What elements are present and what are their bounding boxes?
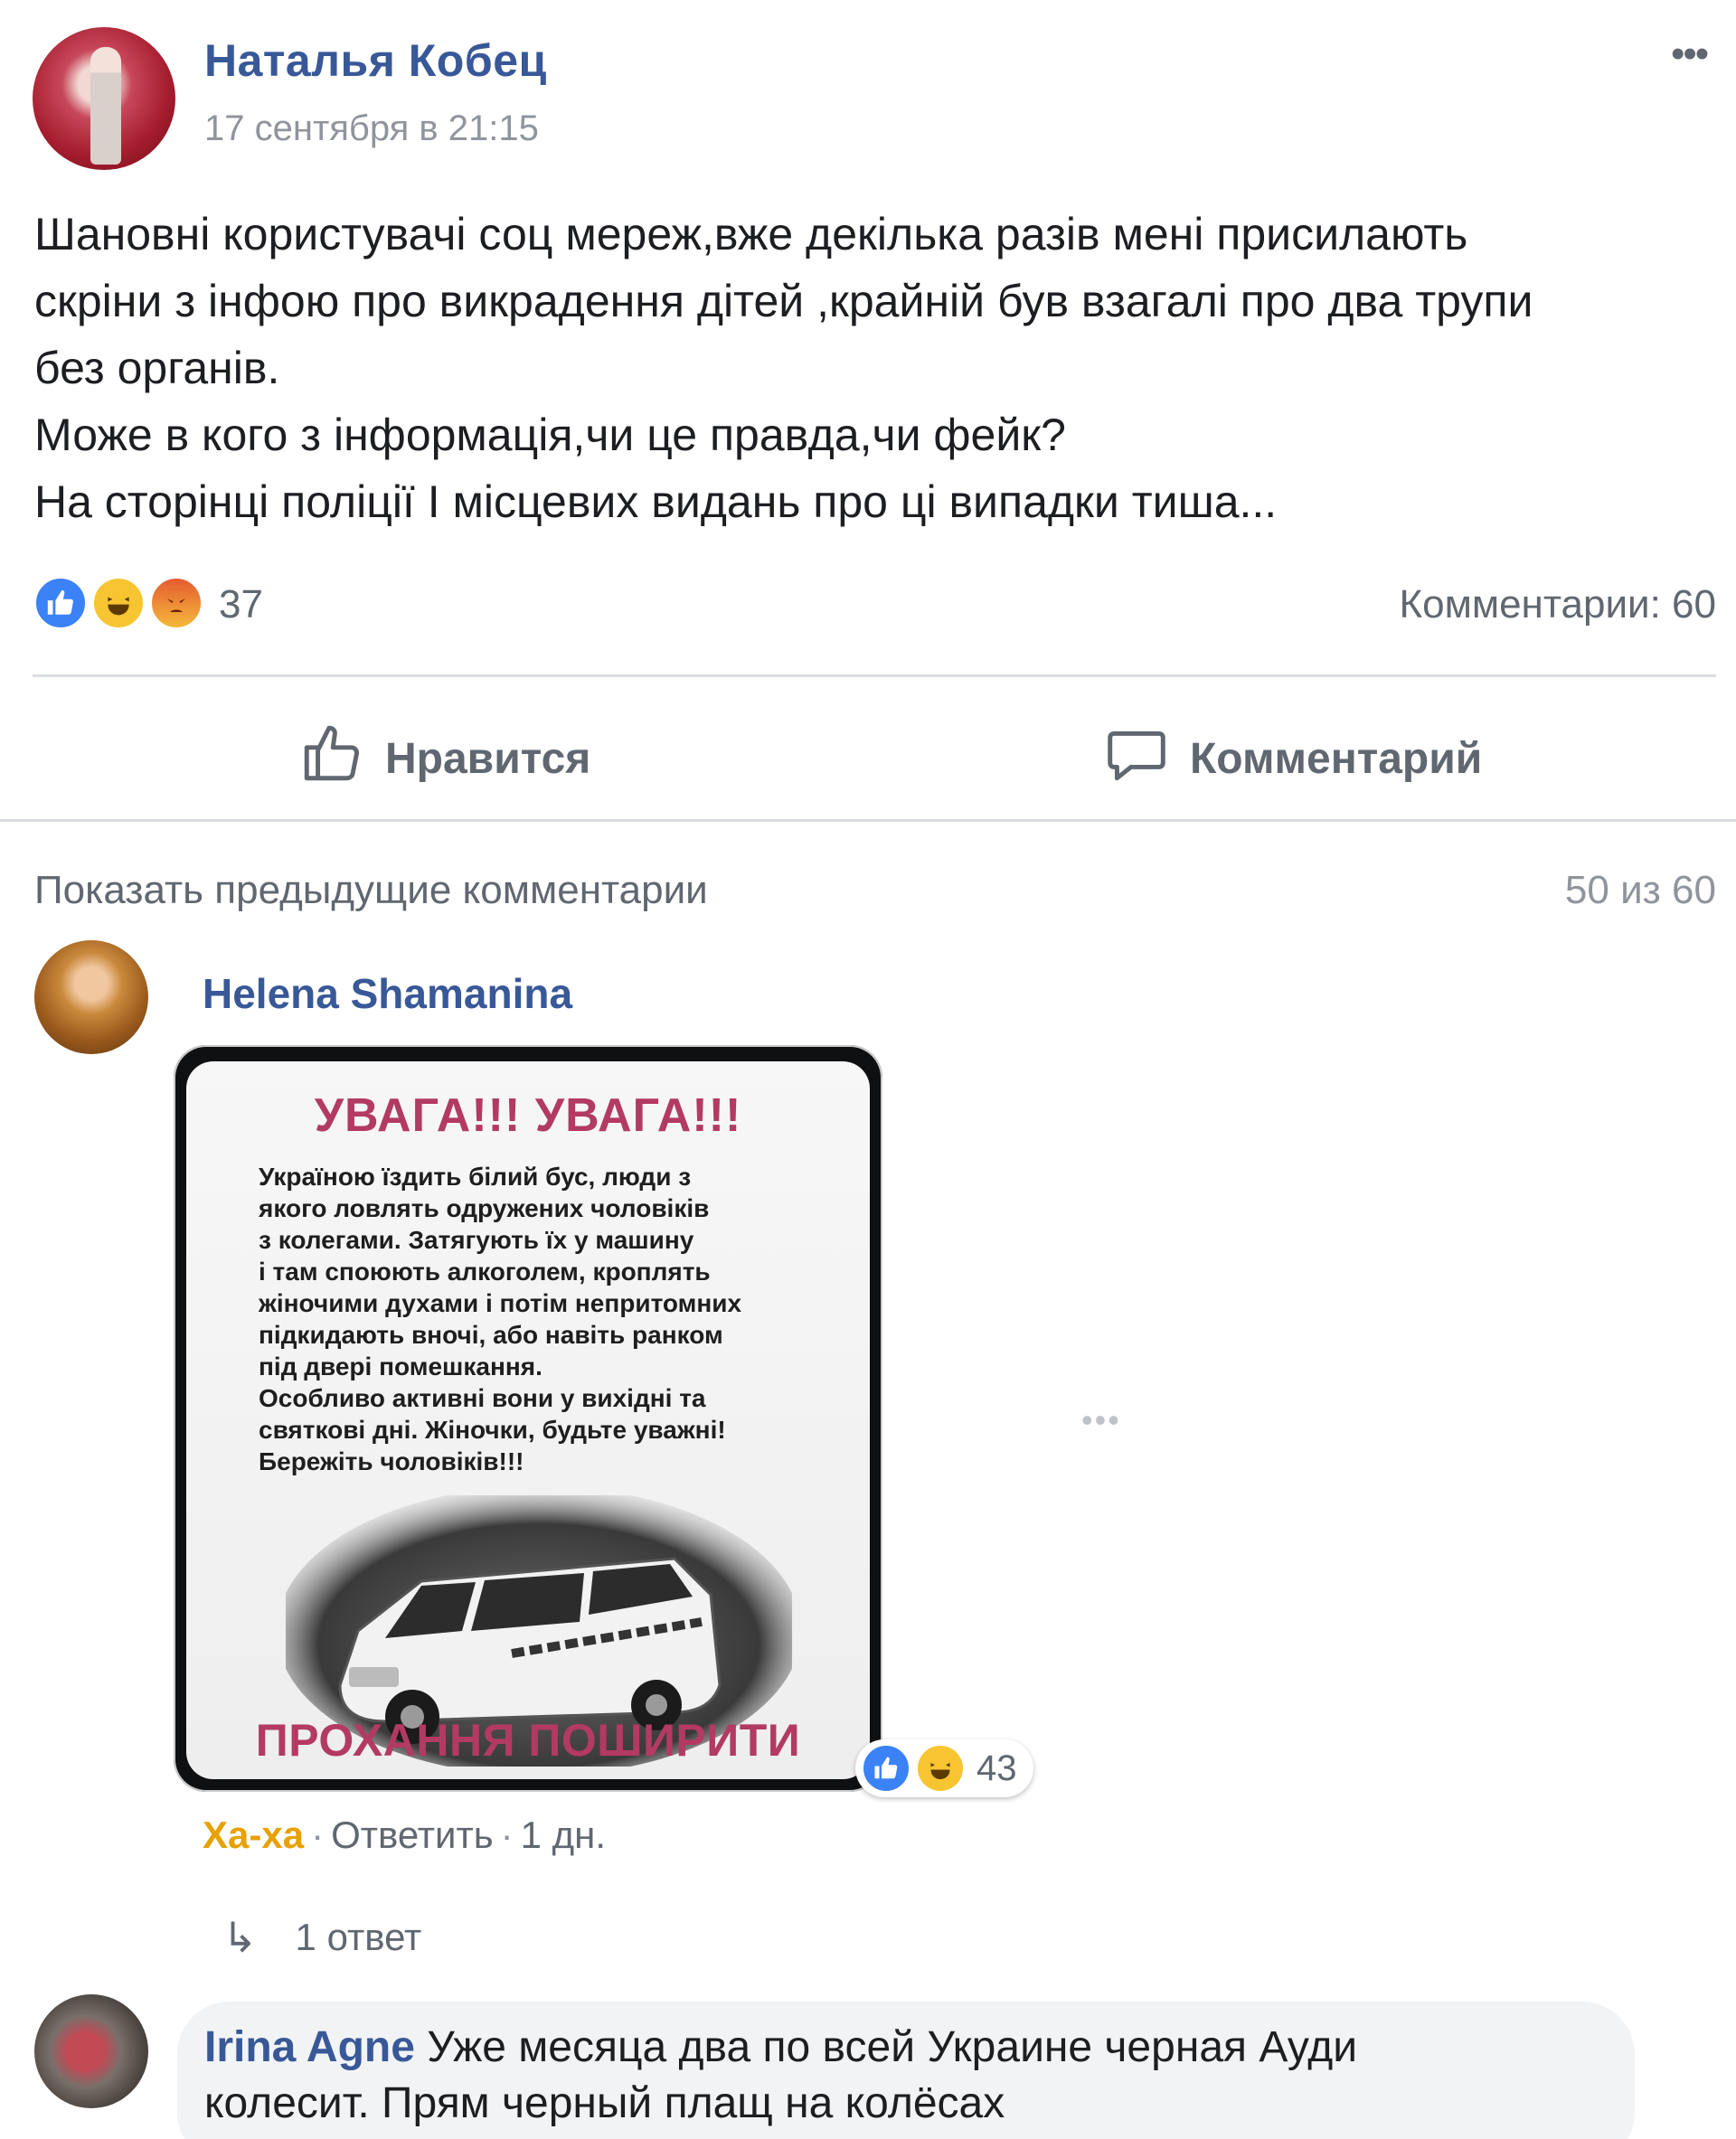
comment-button-label: Комментарий [1190, 734, 1483, 783]
reply-link[interactable]: Ответить [331, 1814, 494, 1856]
image-text-line: підкидають вночі, або навіть ранком [259, 1321, 723, 1349]
like-reaction-icon[interactable] [33, 575, 89, 631]
comment-text-line: колесит. Прям черный плащ на колёсах [204, 2079, 1005, 2127]
post-text: Шановні користувачі соц мереж,вже декіль… [34, 201, 1716, 535]
like-reaction-icon [861, 1743, 911, 1794]
image-text-line: з колегами. Затягують їх у машину [259, 1226, 694, 1254]
image-text: Україною їздить білий бус, люди з якого … [259, 1161, 837, 1477]
comment-text: Irina Agne Уже месяца два по всей Украин… [204, 2020, 1597, 2132]
replies-count-label: 1 ответ [295, 1916, 422, 1958]
image-text-line: якого ловлять одружених чоловіків [259, 1194, 710, 1222]
reply-arrow-icon: ↳ [222, 1914, 258, 1961]
divider [0, 819, 1736, 822]
like-button[interactable]: Нравится [298, 720, 590, 797]
comment-author-name[interactable]: Irina Agne [204, 2023, 415, 2071]
comment-image[interactable]: УВАГА!!! УВАГА!!! Україною їздить білий … [174, 1045, 882, 1792]
post-author-name[interactable]: Наталья Кобец [204, 34, 547, 87]
image-text-line: Особливо активні вони у вихідні та [259, 1384, 706, 1412]
haha-reaction-icon [915, 1743, 966, 1794]
divider [33, 674, 1716, 677]
haha-reaction-icon[interactable] [90, 575, 146, 631]
image-text-line: Україною їздить білий бус, люди з [259, 1163, 692, 1191]
comment-author-name[interactable]: Helena Shamanina [203, 969, 572, 1018]
post-text-line: На сторінці поліції І місцевих видань пр… [34, 476, 1278, 527]
comment-reaction-link[interactable]: Ха-ха [203, 1814, 304, 1856]
comment-pager: 50 из 60 [1564, 868, 1716, 912]
image-title: УВАГА!!! УВАГА!!! [314, 1089, 742, 1142]
comment-text-line: Уже месяца два по всей Украине черная Ау… [427, 2023, 1358, 2071]
view-replies-link[interactable]: ↳ 1 ответ [222, 1913, 421, 1962]
post-author-avatar[interactable] [33, 27, 175, 170]
image-text-line: святкові дні. Жіночки, будьте уважні! [259, 1416, 726, 1444]
more-options-icon[interactable]: ••• [1671, 34, 1709, 74]
image-text-line: під двері помешкання. [259, 1352, 542, 1380]
comment-button[interactable]: Комментарий [1103, 720, 1482, 797]
thumbs-up-icon [298, 720, 365, 797]
reaction-count[interactable]: 37 [219, 582, 263, 627]
comment-bubble-icon [1103, 720, 1170, 797]
post-text-line: без органів. [34, 343, 280, 393]
comment-reactions-summary[interactable]: 43 [855, 1739, 1033, 1797]
post-text-line: Шановні користувачі соц мереж,вже декіль… [34, 209, 1468, 259]
image-footer: ПРОХАННЯ ПОШИРИТИ [255, 1715, 801, 1766]
comment-author-avatar[interactable] [34, 1994, 148, 2108]
post-text-line: скріни з інфою про викрадення дітей ,кра… [34, 276, 1533, 326]
post-text-line: Може в кого з інформація,чи це правда,чи… [34, 410, 1066, 460]
image-text-line: жіночими духами і потім непритомних [259, 1289, 742, 1317]
comment-meta: Ха-ха · Ответить · 1 дн. [203, 1814, 607, 1856]
comment-reaction-count: 43 [976, 1748, 1017, 1788]
comment-age[interactable]: 1 дн. [521, 1814, 606, 1856]
comments-count-link[interactable]: Комментарии: 60 [1399, 582, 1716, 627]
comment-options-icon[interactable]: ••• [1081, 1401, 1121, 1439]
image-text-line: і там споюють алкоголем, кроплять [259, 1258, 711, 1286]
image-text-line: Бережіть чоловіків!!! [259, 1447, 524, 1475]
post-timestamp[interactable]: 17 сентября в 21:15 [204, 108, 539, 149]
show-previous-comments-link[interactable]: Показать предыдущие комментарии [34, 868, 708, 913]
like-button-label: Нравится [385, 734, 591, 783]
angry-reaction-icon[interactable] [148, 575, 204, 631]
comment-author-avatar[interactable] [34, 940, 148, 1054]
